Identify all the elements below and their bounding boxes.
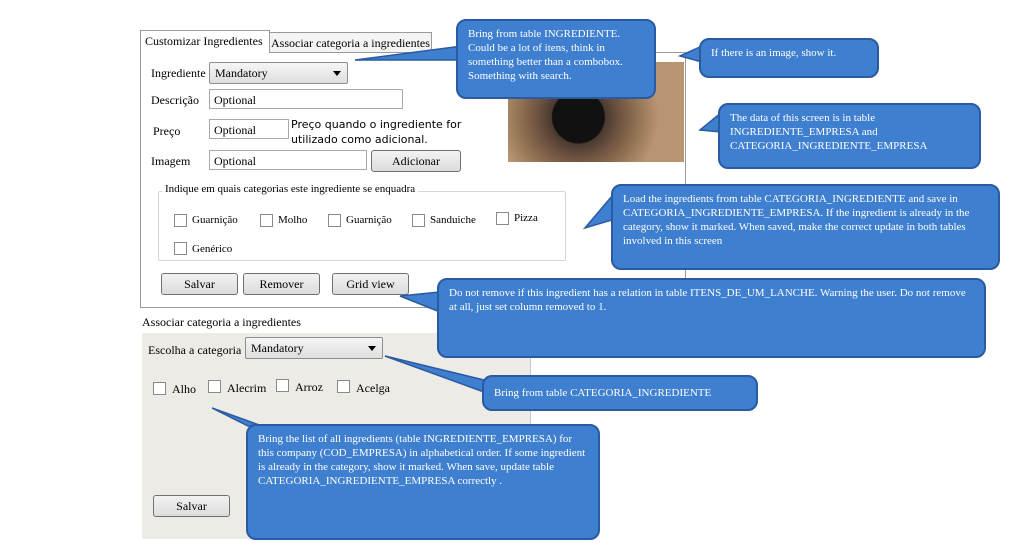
note-ingrediente-source: Bring from table INGREDIENTE. Could be a… [456, 19, 656, 99]
note-categoria-source: Bring from table CATEGORIA_INGREDIENTE [482, 375, 758, 411]
note-image: If there is an image, show it. [699, 38, 879, 78]
tab-customizar-ingredientes[interactable]: Customizar Ingredientes [140, 30, 270, 53]
note-ingredient-list: Bring the list of all ingredients (table… [246, 424, 600, 540]
note-remove: Do not remove if this ingredient has a r… [437, 278, 986, 358]
note-screen-data: The data of this screen is in table INGR… [718, 103, 981, 169]
note-categories: Load the ingredients from table CATEGORI… [611, 184, 1000, 270]
